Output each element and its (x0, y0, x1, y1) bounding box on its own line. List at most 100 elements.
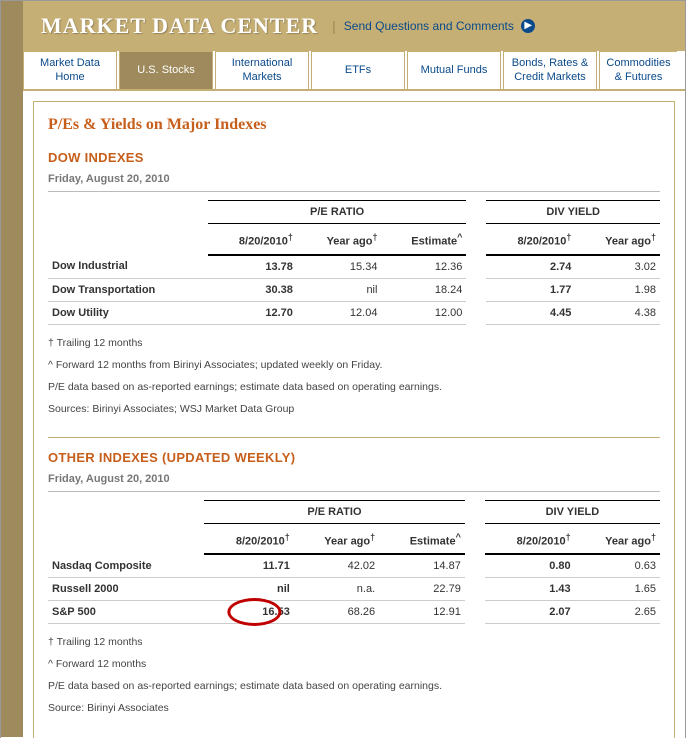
row-label: Dow Industrial (48, 255, 208, 279)
nav-tabs: Market Data HomeU.S. StocksInternational… (23, 51, 685, 91)
col-spacer (465, 523, 485, 554)
col-spacer (465, 500, 485, 523)
table-row: Dow Industrial13.7815.3412.36 2.743.02 (48, 255, 660, 279)
cell-div-yearago: 0.63 (575, 554, 660, 578)
col-div-yearago: Year ago† (575, 523, 660, 554)
row-label: Dow Transportation (48, 278, 208, 301)
table-row: Nasdaq Composite11.7142.0214.87 0.800.63 (48, 554, 660, 578)
footnote-line: † Trailing 12 months (48, 636, 660, 648)
cell-pe-asof: 30.38 (208, 278, 297, 301)
footnote-line: Source: Birinyi Associates (48, 702, 660, 714)
cell-pe-asof: nil (204, 578, 294, 601)
col-group-pe: P/E RATIO (204, 500, 465, 523)
col-spacer (466, 201, 486, 224)
col-pe-yearago: Year ago† (294, 523, 379, 554)
cell-spacer (466, 255, 486, 279)
cell-pe-asof: 13.78 (208, 255, 297, 279)
tab-international-markets[interactable]: International Markets (215, 51, 309, 89)
col-div-yearago: Year ago† (575, 224, 660, 255)
footnotes: † Trailing 12 months ^ Forward 12 months … (48, 337, 660, 415)
cell-div-asof: 1.77 (486, 278, 575, 301)
index-section: OTHER INDEXES (UPDATED WEEKLY)Friday, Au… (48, 450, 660, 715)
table-row: Dow Transportation30.38nil18.241.771.98 (48, 278, 660, 301)
cell-spacer (466, 278, 486, 301)
data-table: P/E RATIODIV YIELD8/20/2010†Year ago†Est… (48, 200, 660, 325)
footnote-line: ^ Forward 12 months from Birinyi Associa… (48, 359, 660, 371)
cell-div-asof: 4.45 (486, 301, 575, 324)
footnote-line: P/E data based on as-reported earnings; … (48, 680, 660, 692)
row-label: S&P 500 (48, 601, 204, 624)
footnotes: † Trailing 12 months ^ Forward 12 months P… (48, 636, 660, 714)
site-title: MARKET DATA CENTER (23, 13, 318, 39)
send-questions-label: Send Questions and Comments (344, 19, 514, 33)
cell-pe-est: 22.79 (379, 578, 465, 601)
cell-div-asof: 1.43 (485, 578, 575, 601)
cell-pe-est: 14.87 (379, 554, 465, 578)
tab-market-data-home[interactable]: Market Data Home (23, 51, 117, 89)
cell-spacer (465, 601, 485, 624)
tab-u-s-stocks[interactable]: U.S. Stocks (119, 51, 213, 89)
row-label: Russell 2000 (48, 578, 204, 601)
cell-div-asof: 2.74 (486, 255, 575, 279)
section-date: Friday, August 20, 2010 (48, 469, 660, 492)
index-section: DOW INDEXES Friday, August 20, 2010 P/E RA… (48, 150, 660, 438)
tab-mutual-funds[interactable]: Mutual Funds (407, 51, 501, 89)
table-row: Dow Utility12.7012.0412.004.454.38 (48, 301, 660, 324)
cell-div-yearago: 3.02 (575, 255, 660, 279)
col-group-div: DIV YIELD (485, 500, 660, 523)
footnote-line: ^ Forward 12 months (48, 658, 660, 670)
col-div-asof: 8/20/2010† (486, 224, 575, 255)
cell-spacer (465, 578, 485, 601)
col-group-div: DIV YIELD (486, 201, 660, 224)
send-questions-link[interactable]: Send Questions and Comments ▶ (344, 19, 535, 34)
arrow-circle-icon: ▶ (521, 19, 535, 33)
footnote-line: † Trailing 12 months (48, 337, 660, 349)
col-div-asof: 8/20/2010† (485, 523, 575, 554)
cell-pe-asof: 16.53 (204, 601, 294, 624)
cell-pe-est: 18.24 (381, 278, 466, 301)
tab-commodities-futures[interactable]: Commodities & Futures (599, 51, 677, 89)
cell-div-yearago: 1.65 (575, 578, 660, 601)
footnote-line: P/E data based on as-reported earnings; … (48, 381, 660, 393)
tab-bonds-rates-credit-markets[interactable]: Bonds, Rates & Credit Markets (503, 51, 597, 89)
col-pe-estimate: Estimate^ (379, 523, 465, 554)
cell-pe-yearago: 42.02 (294, 554, 379, 578)
cell-pe-est: 12.91 (379, 601, 465, 624)
data-table: P/E RATIODIV YIELD8/20/2010†Year ago†Est… (48, 500, 660, 625)
section-title: DOW INDEXES (48, 150, 660, 165)
main-content: P/Es & Yields on Major Indexes DOW INDEX… (33, 101, 675, 738)
col-pe-asof: 8/20/2010† (204, 523, 294, 554)
cell-div-asof: 2.07 (485, 601, 575, 624)
col-pe-estimate: Estimate^ (381, 224, 466, 255)
cell-pe-est: 12.00 (381, 301, 466, 324)
tab-etfs[interactable]: ETFs (311, 51, 405, 89)
cell-div-asof: 0.80 (485, 554, 575, 578)
left-accent-stripe (1, 1, 23, 737)
cell-pe-asof: 11.71 (204, 554, 294, 578)
col-pe-asof: 8/20/2010† (208, 224, 297, 255)
cell-div-yearago: 4.38 (575, 301, 660, 324)
col-rowlabel (48, 523, 204, 554)
col-spacer (466, 224, 486, 255)
page-title: P/Es & Yields on Major Indexes (48, 116, 660, 134)
cell-div-yearago: 2.65 (575, 601, 660, 624)
cell-pe-yearago: 68.26 (294, 601, 379, 624)
section-date: Friday, August 20, 2010 (48, 169, 660, 192)
col-blank (48, 201, 208, 224)
cell-pe-est: 12.36 (381, 255, 466, 279)
cell-pe-yearago: n.a. (294, 578, 379, 601)
cell-spacer (465, 554, 485, 578)
cell-div-yearago: 1.98 (575, 278, 660, 301)
table-row: S&P 50016.5368.2612.91 2.072.65 (48, 601, 660, 624)
row-label: Dow Utility (48, 301, 208, 324)
row-label: Nasdaq Composite (48, 554, 204, 578)
col-rowlabel (48, 224, 208, 255)
col-blank (48, 500, 204, 523)
header-bar: MARKET DATA CENTER | Send Questions and … (23, 1, 685, 51)
cell-pe-yearago: 15.34 (297, 255, 382, 279)
col-group-pe: P/E RATIO (208, 201, 467, 224)
col-pe-yearago: Year ago† (297, 224, 382, 255)
cell-pe-asof: 12.70 (208, 301, 297, 324)
footnote-line: Sources: Birinyi Associates; WSJ Market … (48, 403, 660, 415)
cell-spacer (466, 301, 486, 324)
